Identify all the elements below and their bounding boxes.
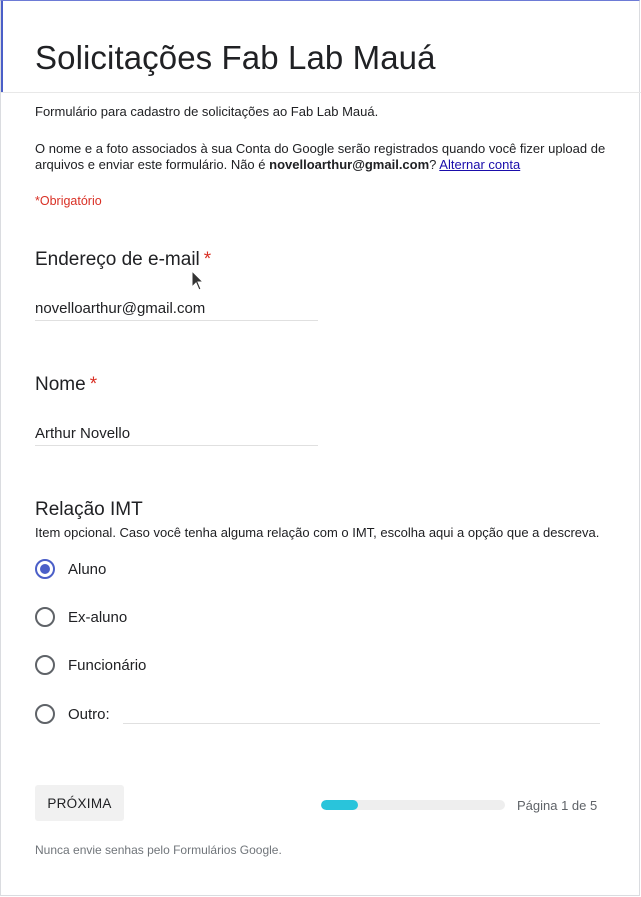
notice-email: novelloarthur@gmail.com xyxy=(269,157,430,172)
radio-unchecked-icon[interactable] xyxy=(35,655,55,675)
required-asterisk: * xyxy=(203,249,212,270)
option-outro[interactable]: Outro: xyxy=(35,703,110,725)
required-asterisk: * xyxy=(89,374,98,395)
other-option-input[interactable] xyxy=(123,704,600,722)
next-button[interactable]: PRÓXIMA xyxy=(35,785,124,821)
page-indicator: Página 1 de 5 xyxy=(517,798,598,813)
header-divider xyxy=(1,92,641,93)
form-description: Formulário para cadastro de solicitações… xyxy=(35,104,379,119)
header-accent-bar xyxy=(1,1,3,93)
progress-fill xyxy=(321,800,358,810)
email-field[interactable] xyxy=(35,296,318,321)
option-label: Funcionário xyxy=(68,656,147,674)
option-funcionario[interactable]: Funcionário xyxy=(35,654,146,676)
option-aluno[interactable]: Aluno xyxy=(35,558,106,580)
email-label-text: Endereço de e-mail xyxy=(35,249,200,270)
name-label-text: Nome xyxy=(35,374,86,395)
relation-question-label: Relação IMT xyxy=(35,499,143,520)
other-input-underline xyxy=(123,723,600,724)
radio-unchecked-icon[interactable] xyxy=(35,607,55,627)
form-card: Solicitações Fab Lab Mauá Formulário par… xyxy=(0,0,641,896)
name-field[interactable] xyxy=(35,421,318,446)
required-note: *Obrigatório xyxy=(35,194,102,208)
account-notice: O nome e a foto associados à sua Conta d… xyxy=(35,141,615,173)
name-question-label: Nome * xyxy=(35,374,97,396)
radio-checked-icon[interactable] xyxy=(35,559,55,579)
mouse-cursor-icon xyxy=(191,270,205,291)
progress-bar xyxy=(321,800,505,810)
notice-suffix: ? xyxy=(429,157,440,172)
footer-note: Nunca envie senhas pelo Formulários Goog… xyxy=(35,843,282,857)
switch-account-link[interactable]: Alternar conta xyxy=(439,157,520,172)
radio-unchecked-icon[interactable] xyxy=(35,704,55,724)
option-label: Aluno xyxy=(68,560,107,578)
relation-helper-text: Item opcional. Caso você tenha alguma re… xyxy=(35,525,600,540)
form-title: Solicitações Fab Lab Mauá xyxy=(35,39,436,76)
option-label: Ex-aluno xyxy=(68,608,128,626)
option-ex-aluno[interactable]: Ex-aluno xyxy=(35,606,127,628)
option-label: Outro: xyxy=(68,705,110,723)
email-question-label: Endereço de e-mail * xyxy=(35,249,211,271)
